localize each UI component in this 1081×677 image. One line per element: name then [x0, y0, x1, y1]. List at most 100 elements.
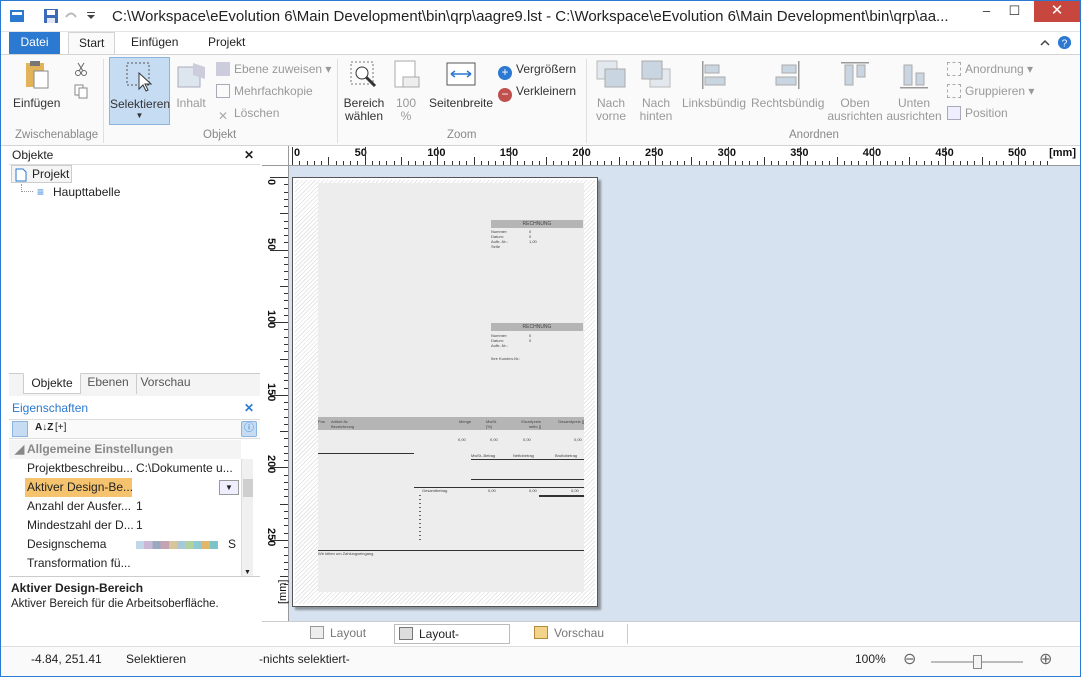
zoom-out-icon[interactable]: ⊖ [903, 649, 916, 669]
zoom-100-button[interactable]: 100 % [391, 59, 421, 123]
align-left-button[interactable]: Linksbündig [681, 59, 747, 110]
property-description: Aktiver Design-Bereich Aktiver Bereich f… [9, 576, 260, 618]
prop-row[interactable]: Anzahl der Ausfer... 1 [9, 497, 241, 516]
ruler-tick [284, 343, 288, 345]
close-button[interactable]: ✕ [1034, 1, 1080, 22]
category-general[interactable]: ◢ Allgemeine Einstellungen [9, 440, 241, 459]
tab-objects[interactable]: Objekte [23, 373, 81, 394]
ruler-tick [778, 161, 780, 165]
zoom-slider-thumb[interactable] [973, 655, 982, 669]
zoom-in-label: Vergrößern [516, 62, 577, 76]
prop-row[interactable]: Designschema S [9, 535, 241, 554]
expand-all-icon[interactable]: [+] [55, 422, 66, 433]
group-label-arrange: Anordnen [789, 129, 839, 141]
total-value: 0,00 [529, 488, 537, 493]
cut-icon[interactable] [73, 61, 89, 77]
prop-row[interactable]: Mindestzahl der D... 1 [9, 516, 241, 535]
ruler-tick [495, 161, 497, 165]
col-unit-price: Einzelpreis netto [] [521, 419, 541, 429]
tree-item-main-table[interactable]: ≡ Haupttabelle [35, 184, 120, 201]
position-button[interactable]: Position [947, 104, 1008, 122]
save-icon[interactable] [43, 8, 59, 24]
zoom-in-icon: + [498, 66, 512, 80]
multi-copy-button[interactable]: Mehrfachkopie [216, 82, 313, 100]
chevron-down-icon[interactable]: ▼ [244, 569, 251, 576]
select-button[interactable]: Selektieren ▼ [109, 57, 170, 125]
bring-front-button[interactable]: Nach vorne [591, 59, 631, 123]
prop-row-selected[interactable]: Aktiver Design-Be... ▼ [9, 478, 241, 497]
ruler-tick [280, 576, 288, 578]
ruler-tick [429, 161, 431, 165]
tab-preview-bottom-label: Vorschau [554, 626, 605, 640]
prop-row[interactable]: Transformation fü... [9, 554, 241, 573]
window-title: C:\Workspace\eEvolution 6\Main Developme… [112, 8, 949, 25]
ruler-tick [280, 503, 288, 505]
info-icon[interactable]: ⓘ [241, 421, 257, 437]
zoom-in-button[interactable]: + Vergrößern [498, 60, 577, 80]
ruler-tick [749, 161, 751, 165]
ruler-tick [1039, 161, 1041, 165]
close-icon[interactable]: ✕ [244, 400, 254, 417]
zoom-out-button[interactable]: − Verkleinern [498, 82, 576, 102]
tab-preview[interactable]: Vorschau [136, 373, 194, 394]
tab-layout[interactable]: Layout [306, 624, 394, 644]
ruler-tick [988, 161, 990, 165]
sort-az-icon[interactable]: A↓Z [35, 422, 53, 433]
copy-icon[interactable] [73, 83, 89, 99]
undo-icon[interactable] [63, 8, 79, 24]
scrollbar[interactable]: ▼ [241, 459, 253, 576]
ruler-tick [945, 147, 947, 165]
zoom-in-icon[interactable]: ⊕ [1039, 649, 1052, 669]
send-back-button[interactable]: Nach hinten [635, 59, 677, 123]
page-width-button[interactable]: Seitenbreite [429, 59, 493, 110]
help-icon[interactable]: ? [1057, 35, 1072, 50]
delete-button[interactable]: ✕ Löschen [216, 104, 279, 123]
content-button[interactable]: Inhalt [173, 59, 209, 110]
content-icon [177, 63, 205, 88]
double-line [539, 495, 584, 497]
tab-preview-bottom[interactable]: Vorschau [530, 624, 628, 644]
ruler-tick [538, 161, 540, 165]
ruler-tick [437, 147, 439, 165]
tab-project[interactable]: Projekt [198, 32, 255, 54]
paste-button[interactable]: Einfügen [13, 59, 60, 110]
status-bar: -4.84, 251.41 Selektieren -nichts selekt… [1, 646, 1080, 676]
design-canvas[interactable]: 050100150200250300350400450500[mm] 05010… [262, 146, 1080, 621]
maximize-button[interactable]: ☐ [1001, 1, 1028, 22]
zoom-slider[interactable] [931, 655, 1023, 669]
page-width-label: Seitenbreite [429, 96, 494, 110]
tab-layers[interactable]: Ebenen [83, 373, 133, 394]
divider-line [471, 459, 584, 460]
ruler-tick [284, 227, 288, 229]
minimize-button[interactable]: – [973, 1, 1000, 22]
group-button[interactable]: Gruppieren ▾ [947, 82, 1034, 100]
ruler-label: 150 [265, 382, 277, 402]
arrangement-button[interactable]: Anordnung ▾ [947, 60, 1033, 78]
tab-start[interactable]: Start [68, 32, 116, 54]
ruler-tick [284, 569, 288, 571]
close-icon[interactable]: ✕ [244, 147, 254, 164]
chevron-down-icon[interactable] [83, 8, 99, 24]
ruler-tick [698, 161, 700, 165]
tab-file[interactable]: Datei [9, 32, 60, 54]
align-bottom-button[interactable]: Unten ausrichten [886, 59, 942, 123]
assign-layer-button[interactable]: Ebene zuweisen ▾ [216, 60, 331, 78]
scrollbar-thumb[interactable] [243, 479, 253, 497]
categorized-icon[interactable] [12, 421, 28, 437]
ruler-tick [284, 314, 288, 316]
prop-row[interactable]: Projektbeschreibu... C:\Dokumente u... [9, 459, 241, 478]
chevron-up-icon[interactable] [1038, 36, 1052, 50]
desc-text: Aktiver Bereich für die Arbeitsoberfläch… [11, 598, 219, 610]
tab-layout-preview[interactable]: Layout-Vorschau [394, 624, 510, 659]
tree-item-project[interactable]: Projekt [11, 165, 73, 183]
align-top-button[interactable]: Oben ausrichten [827, 59, 883, 123]
ruler-tick [843, 161, 845, 165]
paste-icon [26, 61, 49, 89]
align-right-button[interactable]: Rechtsbündig [751, 59, 824, 110]
tab-insert[interactable]: Einfügen [121, 32, 188, 54]
document-icon [15, 168, 27, 182]
ruler-tick [284, 373, 288, 375]
select-area-button[interactable]: Bereich wählen [342, 59, 386, 123]
dropdown-button[interactable]: ▼ [219, 480, 239, 495]
properties-toolbar: A↓Z [+] ⓘ [9, 419, 260, 439]
